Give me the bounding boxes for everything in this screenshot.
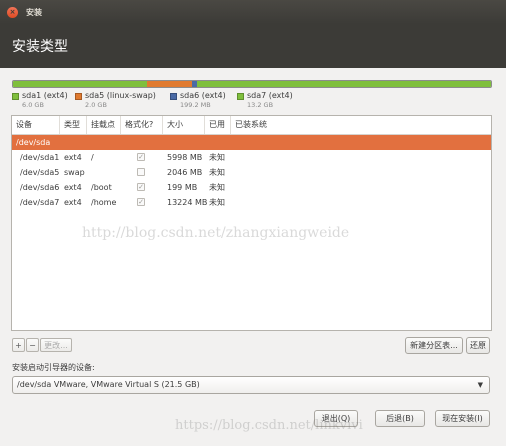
partition-segment-sda1 [13, 81, 147, 87]
cell-mount: /boot [91, 183, 112, 192]
legend-name: sda5 (linux-swap) [85, 91, 156, 100]
legend-size: 2.0 GB [85, 101, 107, 109]
legend-swatch [237, 93, 244, 100]
column-header-size[interactable]: 大小 [163, 116, 205, 134]
page-title: 安装类型 [12, 39, 68, 55]
table-header: 设备 类型 挂载点 格式化? 大小 已用 已装系统 [12, 116, 491, 135]
cell-used: 未知 [209, 198, 225, 207]
legend-name: sda1 (ext4) [22, 91, 68, 100]
cell-type: ext4 [64, 183, 82, 192]
cell-device: /dev/sda [16, 138, 51, 147]
cell-mount: / [91, 153, 94, 162]
window-title: 安装 [26, 7, 42, 17]
boot-loader-label: 安装启动引导器的设备: [12, 363, 95, 372]
cell-size: 5998 MB [167, 153, 203, 162]
cell-device: /dev/sda7 [20, 198, 60, 207]
revert-button[interactable]: 还原 [466, 337, 490, 354]
table-row[interactable]: /dev/sda [12, 135, 491, 150]
cell-used: 未知 [209, 153, 225, 162]
cell-device: /dev/sda6 [20, 183, 60, 192]
format-checkbox[interactable]: ✓ [137, 153, 145, 161]
table-row[interactable]: /dev/sda1 ext4 / ✓ 5998 MB 未知 [12, 150, 491, 165]
install-now-button[interactable]: 现在安装(I) [435, 410, 490, 427]
cell-device: /dev/sda1 [20, 153, 60, 162]
legend-swatch [170, 93, 177, 100]
partition-table: 设备 类型 挂载点 格式化? 大小 已用 已装系统 /dev/sda/dev/s… [11, 115, 492, 331]
table-row[interactable]: /dev/sda6 ext4/boot ✓ 199 MB 未知 [12, 180, 491, 195]
cell-device: /dev/sda5 [20, 168, 60, 177]
partition-segment-sda5 [146, 81, 193, 87]
table-row[interactable]: /dev/sda7 ext4/home ✓ 13224 MB 未知 [12, 195, 491, 210]
table-row[interactable]: /dev/sda5 swap 2046 MB 未知 [12, 165, 491, 180]
quit-button[interactable]: 退出(Q) [314, 410, 358, 427]
cell-size: 13224 MB [167, 198, 208, 207]
legend-name: sda7 (ext4) [247, 91, 293, 100]
legend-size: 199.2 MB [180, 101, 211, 109]
column-header-system[interactable]: 已装系统 [231, 116, 491, 134]
format-checkbox[interactable] [137, 168, 145, 176]
cell-type: ext4 [64, 198, 82, 207]
page-header: 安装类型 [0, 24, 506, 68]
format-checkbox[interactable]: ✓ [137, 198, 145, 206]
column-header-format[interactable]: 格式化? [121, 116, 163, 134]
legend-size: 6.0 GB [22, 101, 44, 109]
column-header-type[interactable]: 类型 [60, 116, 87, 134]
column-header-mount[interactable]: 挂载点 [87, 116, 121, 134]
close-icon[interactable]: × [7, 6, 18, 18]
add-partition-button[interactable]: + [12, 338, 25, 352]
cell-size: 2046 MB [167, 168, 203, 177]
change-partition-button[interactable]: 更改... [40, 338, 72, 352]
legend-size: 13.2 GB [247, 101, 274, 109]
cell-mount: /home [91, 198, 117, 207]
new-partition-table-button[interactable]: 新建分区表... [405, 337, 463, 354]
cell-used: 未知 [209, 183, 225, 192]
legend-name: sda6 (ext4) [180, 91, 226, 100]
column-header-device[interactable]: 设备 [12, 116, 60, 134]
boot-loader-value: /dev/sda VMware, VMware Virtual S (21.5 … [17, 380, 200, 389]
partition-legend: sda1 (ext4) 6.0 GB sda5 (linux-swap) 2.0… [12, 91, 490, 111]
cell-used: 未知 [209, 168, 225, 177]
legend-swatch [12, 93, 19, 100]
format-checkbox[interactable]: ✓ [137, 183, 145, 191]
boot-loader-select[interactable]: /dev/sda VMware, VMware Virtual S (21.5 … [12, 376, 490, 394]
cell-type: swap [64, 168, 85, 177]
partition-bar [12, 80, 492, 88]
window-titlebar: × 安装 [0, 0, 506, 24]
cell-type: ext4 [64, 153, 82, 162]
column-header-used[interactable]: 已用 [205, 116, 231, 134]
dropdown-arrow-icon: ▼ [477, 381, 483, 389]
remove-partition-button[interactable]: − [26, 338, 39, 352]
cell-size: 199 MB [167, 183, 198, 192]
legend-swatch [75, 93, 82, 100]
partition-segment-sda7 [196, 81, 491, 87]
back-button[interactable]: 后退(B) [375, 410, 425, 427]
